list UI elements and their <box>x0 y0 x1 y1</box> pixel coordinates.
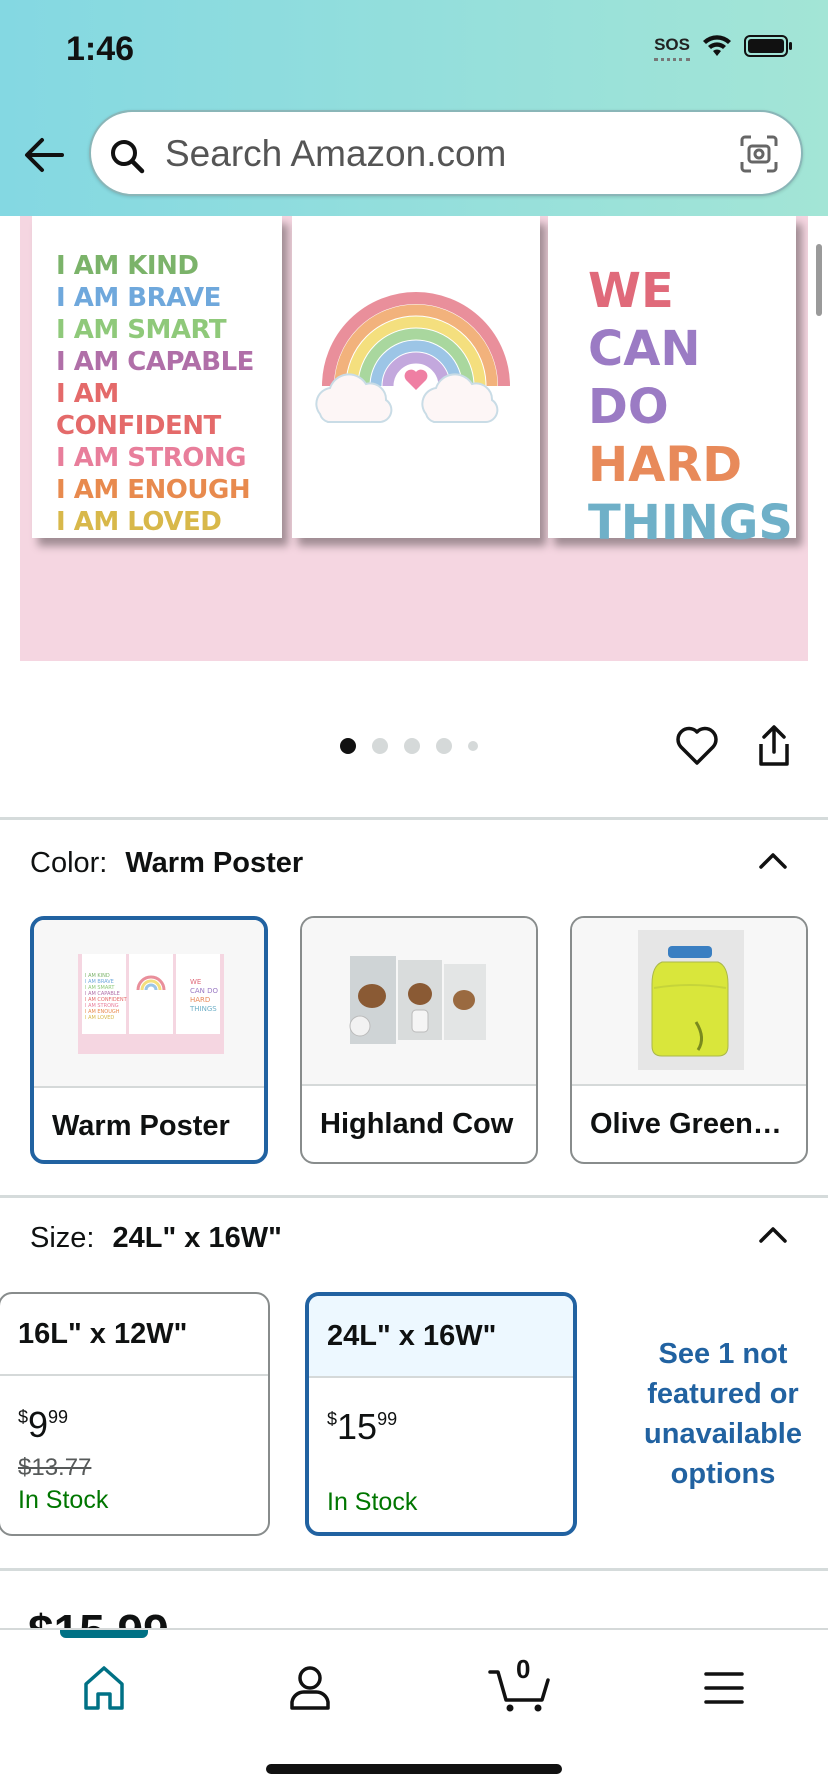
we-can-text: WE CAN DO HARD THINGS <box>588 262 796 552</box>
mini-poster-text-line: HARD <box>190 996 211 1004</box>
selected-size: 24L" x 16W" <box>112 1222 282 1254</box>
swatch-label: Highland Cow <box>320 1108 514 1140</box>
back-arrow-icon[interactable] <box>22 133 66 177</box>
size-option-price: $999 <box>18 1404 69 1445</box>
poster-text-line: I AM ENOUGH <box>56 475 251 505</box>
pagination-dot[interactable] <box>372 738 388 754</box>
poster-text-line: I AM LOVED <box>56 507 222 537</box>
list-price: $13.77 <box>18 1454 92 1481</box>
battery-icon <box>744 34 794 63</box>
size-option-16x12[interactable]: 16L" x 12W" $999 $13.77 In Stock <box>0 1292 270 1536</box>
divider <box>0 1568 828 1571</box>
see-unavailable-options-link[interactable]: See 1 not featured or unavailable option… <box>630 1334 816 1494</box>
size-header: Size: 24L" x 16W" <box>30 1222 282 1255</box>
size-option-24x16[interactable]: 24L" x 16W" $1599 In Stock <box>305 1292 577 1536</box>
size-option-header: 24L" x 16W" <box>309 1296 573 1378</box>
selected-color: Warm Poster <box>125 847 304 879</box>
divider <box>0 817 828 820</box>
swatch-warm-poster[interactable]: I AM KIND I AM BRAVE I AM SMART I AM CAPABL… <box>30 916 268 1164</box>
image-pagination[interactable] <box>340 738 478 754</box>
poster-we-can: WE CAN DO HARD THINGS <box>548 216 796 551</box>
mini-poster-text-line: I AM LOVED <box>85 1015 115 1021</box>
poster-text-line: HARD <box>588 437 743 493</box>
swatch-label: Olive Green… <box>590 1108 782 1140</box>
product-image[interactable]: I AM KIND I AM BRAVE I AM SMART I AM CAPABL… <box>20 216 808 661</box>
size-label: Size: <box>30 1222 95 1254</box>
divider <box>0 1195 828 1198</box>
pagination-dot[interactable] <box>436 738 452 754</box>
cart-icon[interactable]: 0 <box>486 1654 558 1716</box>
product-page: 1:46 SOS I AM KINDI AM BRAVEI AM SM <box>0 0 828 1792</box>
mini-poster-text-line: WE <box>190 978 202 986</box>
poster-text-line: I AM KIND <box>56 251 199 281</box>
poster-text-line: I AM STRONG <box>56 443 246 473</box>
share-icon[interactable] <box>756 724 792 768</box>
color-label: Color: <box>30 847 108 879</box>
poster-affirmations: I AM KIND I AM BRAVE I AM SMART I AM CAPABL… <box>32 216 282 538</box>
size-option-price: $1599 <box>327 1406 398 1447</box>
swatch-mini-left-text: I AM KIND I AM BRAVE I AM SMART I AM CAPABL… <box>85 973 127 1021</box>
swatch-image: I AM KIND I AM BRAVE I AM SMART I AM CAPABL… <box>34 920 264 1088</box>
chevron-up-icon[interactable] <box>758 1224 788 1244</box>
camera-scan-icon[interactable] <box>739 134 779 174</box>
pagination-dot[interactable] <box>340 738 356 754</box>
poster-text-line: I AM SMART <box>56 315 227 345</box>
wifi-icon <box>702 34 732 63</box>
menu-icon[interactable] <box>694 1660 754 1716</box>
stock-status: In Stock <box>18 1486 109 1514</box>
search-bar[interactable] <box>89 110 803 196</box>
swatch-image <box>302 918 536 1086</box>
header: 1:46 SOS <box>0 0 828 216</box>
swatch-mini-right-text: WE CAN DO HARD THINGS <box>190 978 218 1014</box>
poster-text-line: I AM CAPABLE <box>56 347 254 377</box>
swatch-image <box>572 918 806 1086</box>
poster-rainbow <box>292 216 540 538</box>
pagination-dot[interactable] <box>404 738 420 754</box>
heart-icon[interactable] <box>676 726 718 766</box>
status-icons: SOS <box>654 34 794 63</box>
search-input[interactable] <box>165 130 705 178</box>
affirmations-text: I AM KIND I AM BRAVE I AM SMART I AM CAPABL… <box>56 250 282 538</box>
scroll-indicator <box>816 244 822 316</box>
chevron-up-icon[interactable] <box>758 850 788 870</box>
poster-text-line: I AM BRAVE <box>56 283 221 313</box>
color-header: Color: Warm Poster <box>30 847 303 880</box>
home-indicator <box>266 1764 562 1774</box>
poster-text-line: CAN DO <box>588 321 701 435</box>
pagination-dot[interactable] <box>468 741 478 751</box>
rainbow-illustration <box>315 292 510 423</box>
cart-count: 0 <box>516 1654 531 1684</box>
active-tab-indicator <box>60 1630 148 1638</box>
mini-poster-text-line: CAN DO <box>190 987 219 995</box>
search-icon <box>109 138 145 174</box>
sos-indicator: SOS <box>654 34 690 61</box>
swatch-label: Warm Poster <box>52 1110 230 1142</box>
poster-text-line: WE <box>588 263 674 319</box>
poster-text-line: I AM CONFIDENT <box>56 379 221 441</box>
poster-text-line: THINGS <box>588 495 793 551</box>
home-icon[interactable] <box>74 1660 134 1716</box>
swatch-highland-cow[interactable]: Highland Cow <box>300 916 538 1164</box>
status-time: 1:46 <box>66 30 135 68</box>
size-option-label: 16L" x 12W" <box>18 1318 188 1350</box>
stock-status: In Stock <box>327 1488 418 1516</box>
size-option-header: 16L" x 12W" <box>0 1294 268 1376</box>
mini-poster-text-line: THINGS <box>190 1005 217 1013</box>
account-icon[interactable] <box>280 1660 340 1716</box>
size-option-label: 24L" x 16W" <box>327 1320 497 1352</box>
swatch-olive-green[interactable]: Olive Green… <box>570 916 808 1164</box>
